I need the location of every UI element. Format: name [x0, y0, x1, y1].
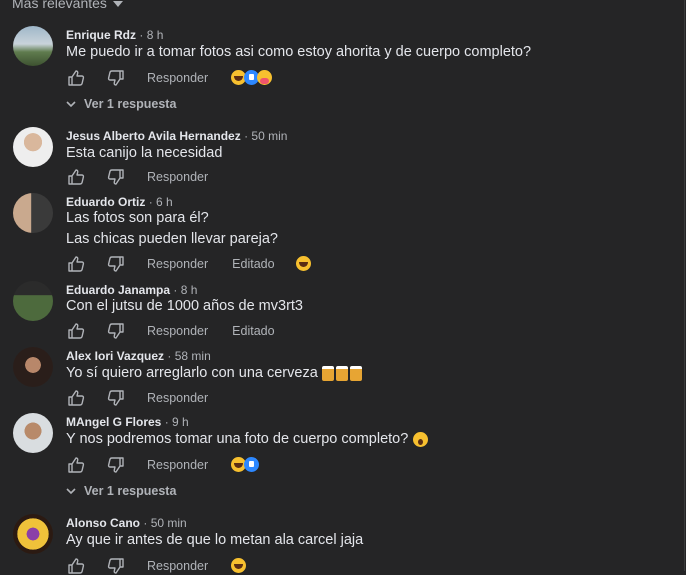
- comment-header: MAngel G Flores · 9 h: [66, 415, 189, 429]
- thumbs-down-icon[interactable]: [107, 255, 125, 273]
- avatar[interactable]: [13, 281, 53, 321]
- chevron-down-icon: [66, 488, 76, 495]
- avatar[interactable]: [13, 127, 53, 167]
- thumbs-down-icon[interactable]: [107, 456, 125, 474]
- reply-button[interactable]: Responder: [147, 71, 208, 85]
- comment-text: Las chicas pueden llevar pareja?: [66, 231, 278, 247]
- reaction-summary[interactable]: [231, 70, 272, 85]
- comment-author[interactable]: Alonso Cano: [66, 516, 140, 530]
- thumbs-up-icon[interactable]: [67, 69, 85, 87]
- surprised-emoji-icon: [413, 431, 429, 447]
- view-replies-link[interactable]: Ver 1 respuesta: [66, 484, 176, 498]
- comment-author[interactable]: Eduardo Ortiz: [66, 195, 145, 209]
- reply-button[interactable]: Responder: [147, 170, 208, 184]
- comment-time[interactable]: · 58 min: [167, 349, 210, 363]
- like-reaction-icon: [244, 457, 259, 472]
- thumbs-up-icon[interactable]: [67, 168, 85, 186]
- comment-author[interactable]: Jesus Alberto Avila Hernandez: [66, 129, 241, 143]
- comment-text: Con el jutsu de 1000 años de mv3rt3: [66, 298, 303, 314]
- thumbs-up-icon[interactable]: [67, 322, 85, 340]
- beer-icon: [349, 365, 362, 381]
- sort-dropdown[interactable]: Más relevantes: [12, 0, 123, 12]
- comment-time[interactable]: · 8 h: [139, 28, 163, 42]
- comment-time[interactable]: · 8 h: [173, 283, 197, 297]
- comment-author[interactable]: Alex Iori Vazquez: [66, 349, 164, 363]
- comment-text: Las fotos son para él?: [66, 210, 209, 226]
- comment-actions: Responder: [66, 557, 208, 575]
- reply-button[interactable]: Responder: [147, 391, 208, 405]
- edited-label: Editado: [232, 324, 275, 338]
- beer-icon: [321, 365, 334, 381]
- comment-author[interactable]: Enrique Rdz: [66, 28, 136, 42]
- comment-header: Alex Iori Vazquez · 58 min: [66, 349, 211, 363]
- comment-author[interactable]: Eduardo Janampa: [66, 283, 170, 297]
- comment-author[interactable]: MAngel G Flores: [66, 415, 161, 429]
- thumbs-up-icon[interactable]: [67, 557, 85, 575]
- thumbs-up-icon[interactable]: [67, 456, 85, 474]
- view-replies-link[interactable]: Ver 1 respuesta: [66, 97, 176, 111]
- avatar[interactable]: [13, 347, 53, 387]
- comment-actions: Responder Editado: [66, 255, 275, 273]
- comment-header: Alonso Cano · 50 min: [66, 516, 187, 530]
- comment-time[interactable]: · 9 h: [165, 415, 189, 429]
- reply-button[interactable]: Responder: [147, 324, 208, 338]
- chevron-down-icon: [66, 101, 76, 108]
- comment-time[interactable]: · 50 min: [143, 516, 186, 530]
- comment-text-row: Yo sí quiero arreglarlo con una cerveza: [66, 365, 362, 381]
- reply-button[interactable]: Responder: [147, 458, 208, 472]
- comment-text: Esta canijo la necesidad: [66, 145, 223, 161]
- thumbs-down-icon[interactable]: [107, 69, 125, 87]
- thumbs-up-icon[interactable]: [67, 389, 85, 407]
- comment-time[interactable]: · 6 h: [149, 195, 173, 209]
- care-reaction-icon: [257, 70, 272, 85]
- thumbs-down-icon[interactable]: [107, 168, 125, 186]
- avatar[interactable]: [13, 193, 53, 233]
- avatar[interactable]: [13, 514, 53, 554]
- reply-button[interactable]: Responder: [147, 257, 208, 271]
- comment-actions: Responder: [66, 168, 208, 186]
- haha-reaction-icon: [296, 256, 311, 271]
- comment-header: Eduardo Ortiz · 6 h: [66, 195, 173, 209]
- comment-actions: Responder: [66, 456, 208, 474]
- chevron-down-icon: [112, 1, 123, 7]
- comment-text: Y nos podremos tomar una foto de cuerpo …: [66, 431, 409, 447]
- comment-actions: Responder: [66, 69, 208, 87]
- comment-text: Me puedo ir a tomar fotos asi como estoy…: [66, 44, 532, 60]
- comment-header: Enrique Rdz · 8 h: [66, 28, 163, 42]
- edited-label: Editado: [232, 257, 275, 271]
- comment-text: Ay que ir antes de que lo metan ala carc…: [66, 532, 364, 548]
- reaction-summary[interactable]: [296, 256, 311, 271]
- thumbs-down-icon[interactable]: [107, 557, 125, 575]
- reaction-summary[interactable]: [231, 457, 259, 472]
- avatar[interactable]: [13, 413, 53, 453]
- avatar[interactable]: [13, 26, 53, 66]
- comment-actions: Responder: [66, 389, 208, 407]
- comment-actions: Responder Editado: [66, 322, 275, 340]
- thumbs-down-icon[interactable]: [107, 389, 125, 407]
- sort-label: Más relevantes: [12, 0, 107, 11]
- thumbs-down-icon[interactable]: [107, 322, 125, 340]
- beer-icon: [335, 365, 348, 381]
- thumbs-up-icon[interactable]: [67, 255, 85, 273]
- comment-header: Jesus Alberto Avila Hernandez · 50 min: [66, 129, 287, 143]
- comment-text: Yo sí quiero arreglarlo con una cerveza: [66, 365, 318, 381]
- comment-time[interactable]: · 50 min: [244, 129, 287, 143]
- comment-header: Eduardo Janampa · 8 h: [66, 283, 197, 297]
- panel-divider: [684, 0, 685, 571]
- comment-text-row: Y nos podremos tomar una foto de cuerpo …: [66, 431, 429, 447]
